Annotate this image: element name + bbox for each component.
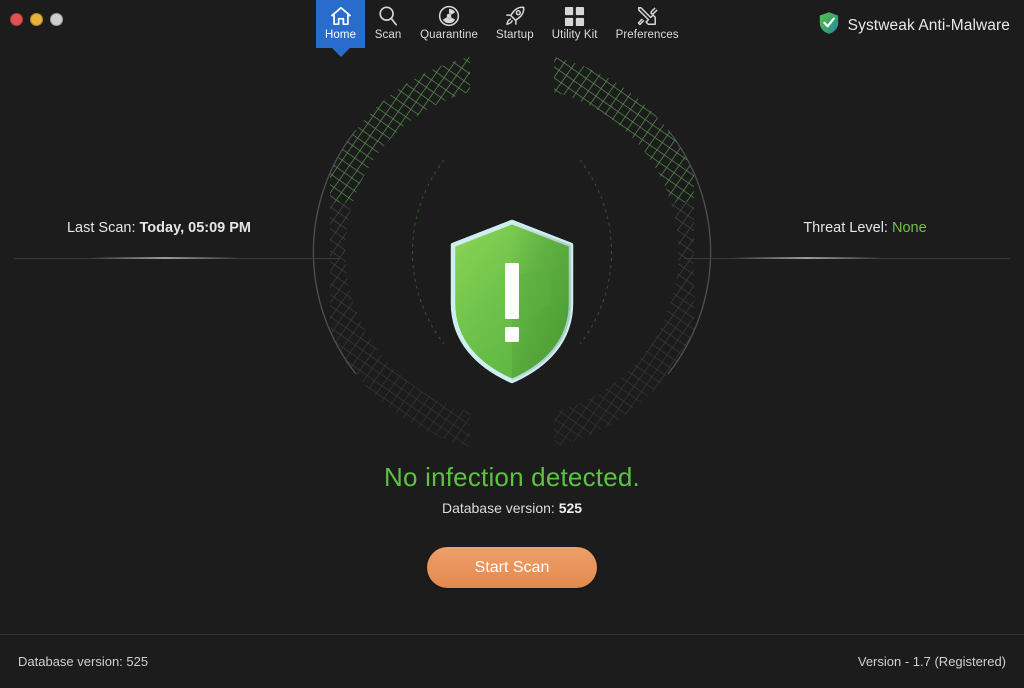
tab-startup[interactable]: Startup: [487, 0, 543, 48]
database-version-value: 525: [558, 500, 583, 516]
footer-bar: Database version: 525 Version - 1.7 (Reg…: [0, 634, 1024, 688]
home-icon: [330, 5, 352, 27]
zoom-button[interactable]: [50, 13, 63, 26]
main-toolbar: Home Scan Quarantine Startup Utility Kit…: [316, 0, 688, 52]
grid-icon: [564, 5, 585, 27]
minimize-button[interactable]: [30, 13, 43, 26]
infection-status-headline: No infection detected.: [384, 462, 640, 492]
tab-scan[interactable]: Scan: [365, 0, 411, 48]
hero-panel: Last Scan: Today, 05:09 PM Threat Level:…: [0, 52, 1024, 627]
title-bar: Home Scan Quarantine Startup Utility Kit…: [0, 0, 1024, 52]
database-version-label: Database version:: [441, 500, 555, 516]
tab-startup-label: Startup: [495, 29, 534, 41]
search-icon: [377, 5, 399, 27]
brand-logo: Systweak Anti-Malware: [818, 11, 1010, 40]
footer-database-version: Database version: 525: [18, 654, 149, 669]
footer-app-version: Version - 1.7 (Registered): [857, 654, 1006, 669]
app-window: Home Scan Quarantine Startup Utility Kit…: [0, 0, 1024, 688]
tab-utility-kit-label: Utility Kit: [551, 29, 598, 41]
tab-utility-kit[interactable]: Utility Kit: [543, 0, 607, 48]
tab-quarantine[interactable]: Quarantine: [411, 0, 487, 48]
shield-check-icon: [818, 11, 840, 40]
radiation-icon: [438, 5, 460, 27]
database-version-line: Database version: 525: [0, 500, 1024, 516]
tools-icon: [636, 5, 658, 27]
traffic-light-buttons: [10, 13, 63, 26]
tab-home-label: Home: [325, 29, 357, 41]
rocket-icon: [504, 5, 526, 27]
status-message: No infection detected. Database version:…: [0, 461, 1024, 516]
brand-name: Systweak Anti-Malware: [847, 16, 1010, 34]
tab-scan-label: Scan: [374, 29, 402, 41]
tab-home[interactable]: Home: [316, 0, 366, 48]
tab-quarantine-label: Quarantine: [420, 29, 478, 41]
tab-preferences-label: Preferences: [615, 29, 679, 41]
start-scan-button[interactable]: Start Scan: [427, 547, 597, 588]
close-button[interactable]: [10, 13, 23, 26]
tab-preferences[interactable]: Preferences: [607, 0, 688, 48]
shield-exclamation-icon: [447, 219, 577, 385]
